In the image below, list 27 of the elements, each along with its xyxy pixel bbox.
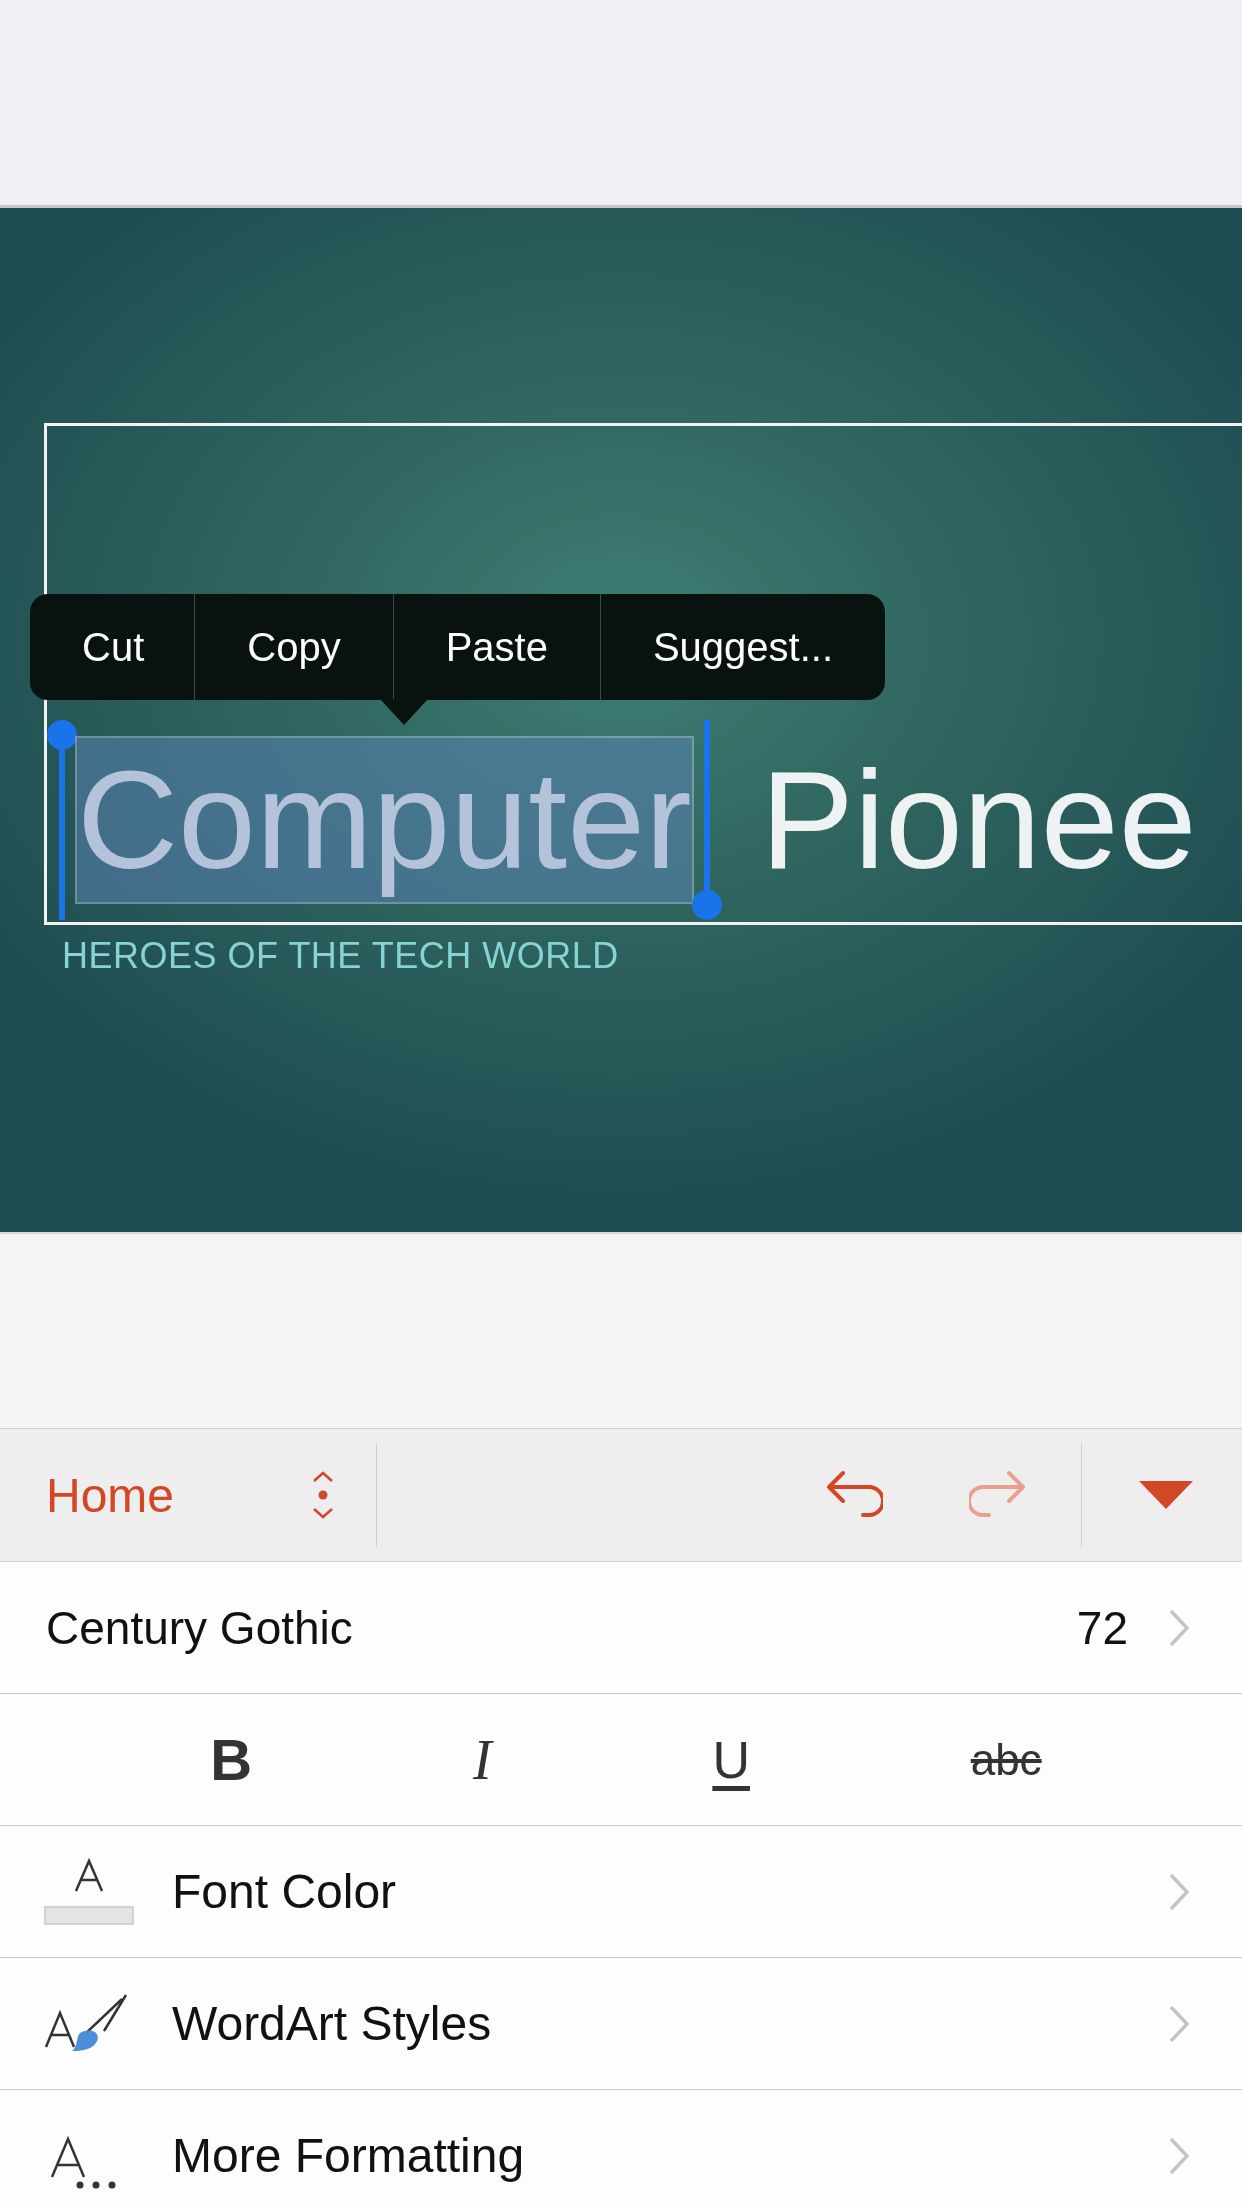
menu-row[interactable]: More Formatting	[0, 2090, 1242, 2208]
font-size: 72	[1076, 1600, 1128, 1655]
chevron-icon	[1168, 1607, 1190, 1648]
menu-item[interactable]: Paste	[392, 594, 600, 700]
row-label: WordArt Styles	[172, 1996, 493, 2051]
menu-row[interactable]: WordArt Styles	[0, 1958, 1242, 2090]
bold-button[interactable]: B	[200, 1722, 263, 1797]
title-text: Pionee	[759, 740, 1197, 900]
underline-button[interactable]: U	[702, 1725, 760, 1794]
font-name: Century Gothic	[46, 1600, 354, 1655]
chevron-icon	[1168, 2135, 1190, 2176]
row-label: Font Color	[172, 1864, 398, 1919]
menu-item[interactable]: Copy	[194, 594, 393, 700]
selection-handle[interactable]	[691, 720, 722, 920]
chevron-icon	[1168, 1871, 1190, 1912]
ribbon-tab[interactable]: Home	[0, 1467, 310, 1523]
font-color-icon	[44, 1856, 134, 1927]
row-label: More Formatting	[172, 2128, 526, 2183]
font-row[interactable]: Century Gothic 72	[0, 1562, 1242, 1694]
selection-handle[interactable]	[47, 720, 77, 920]
menu-row[interactable]: Font Color	[0, 1826, 1242, 1958]
subtitle-text: HEROES OF THE TECH WORLD	[62, 935, 620, 977]
chevron-icon	[1168, 2003, 1190, 2044]
selected-text: Computer	[77, 738, 692, 902]
italic-button[interactable]: I	[463, 1723, 502, 1796]
menu-item[interactable]: Suggest...	[599, 594, 886, 700]
strikethrough-button[interactable]: abc	[960, 1730, 1052, 1789]
